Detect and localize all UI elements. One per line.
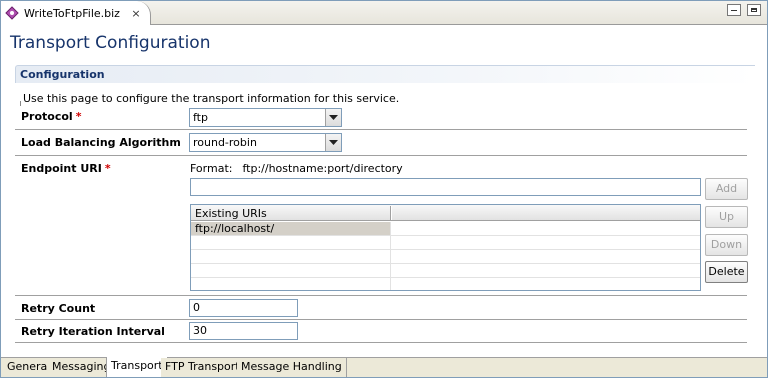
- delete-button[interactable]: Delete: [705, 261, 748, 283]
- editor-window: WriteToFtpFile.biz × Transport Configura…: [0, 0, 768, 378]
- tab-ftp-transport[interactable]: FTP Transport: [161, 358, 245, 377]
- uri-cell[interactable]: [191, 278, 391, 290]
- load-balancing-label: Load Balancing Algorithm: [21, 136, 181, 149]
- existing-uris-table: Existing URIs ftp://localhost/: [190, 204, 701, 291]
- protocol-label-text: Protocol: [21, 110, 73, 123]
- divider: [15, 129, 747, 130]
- existing-uris-column-header[interactable]: Existing URIs: [195, 207, 267, 220]
- divider: [15, 295, 747, 296]
- maximize-icon[interactable]: [747, 4, 761, 16]
- table-row[interactable]: [191, 278, 700, 290]
- add-button[interactable]: Add: [705, 178, 748, 200]
- retry-interval-label: Retry Iteration Interval: [21, 325, 165, 338]
- down-button[interactable]: Down: [705, 234, 748, 256]
- window-controls: [727, 4, 761, 16]
- table-row[interactable]: ftp://localhost/: [191, 222, 700, 236]
- protocol-label: Protocol *: [21, 110, 81, 123]
- uri-cell[interactable]: ftp://localhost/: [191, 222, 391, 235]
- section-header[interactable]: Configuration: [15, 65, 755, 83]
- section-title: Configuration: [20, 68, 105, 81]
- table-row[interactable]: [191, 236, 700, 250]
- divider: [15, 319, 747, 320]
- section-description: Use this page to configure the transport…: [23, 92, 400, 105]
- endpoint-uri-label: Endpoint URI *: [21, 162, 111, 175]
- editor-tab-title: WriteToFtpFile.biz: [24, 6, 120, 20]
- protocol-select-value: ftp: [193, 111, 208, 124]
- divider: [20, 101, 21, 106]
- editor-tab[interactable]: WriteToFtpFile.biz ×: [1, 1, 151, 25]
- column-divider[interactable]: [390, 206, 392, 220]
- bottom-tab-bar: General Messaging Transport FTP Transpor…: [1, 357, 767, 377]
- uri-format-hint: Format: ftp://hostname:port/directory: [190, 162, 403, 175]
- chevron-down-icon[interactable]: [325, 134, 341, 151]
- load-balancing-select[interactable]: round-robin: [189, 133, 342, 152]
- endpoint-uri-input[interactable]: [190, 178, 701, 196]
- close-icon[interactable]: ×: [130, 7, 142, 20]
- divider: [15, 155, 747, 156]
- protocol-select[interactable]: ftp: [189, 108, 342, 127]
- retry-count-label: Retry Count: [21, 302, 96, 315]
- uri-format-value: ftp://hostname:port/directory: [242, 162, 403, 175]
- chevron-down-icon[interactable]: [325, 109, 341, 126]
- table-row[interactable]: [191, 264, 700, 278]
- uri-cell[interactable]: [191, 250, 391, 263]
- minimize-icon[interactable]: [727, 4, 741, 16]
- uri-cell[interactable]: [191, 236, 391, 249]
- load-balancing-select-value: round-robin: [193, 136, 257, 149]
- page-title: Transport Configuration: [10, 33, 211, 53]
- retry-count-input[interactable]: 0: [189, 299, 298, 317]
- required-marker: *: [75, 110, 82, 123]
- table-header: Existing URIs: [191, 205, 700, 221]
- tab-message-handling[interactable]: Message Handling: [237, 358, 347, 377]
- business-service-icon: [5, 6, 19, 20]
- table-row[interactable]: [191, 250, 700, 264]
- divider: [15, 342, 747, 343]
- required-marker: *: [104, 162, 111, 175]
- uri-format-label: Format:: [190, 162, 233, 175]
- tab-transport[interactable]: Transport: [106, 357, 168, 377]
- retry-interval-input[interactable]: 30: [189, 322, 298, 340]
- up-button[interactable]: Up: [705, 206, 748, 228]
- uri-cell[interactable]: [191, 264, 391, 277]
- editor-tab-strip: WriteToFtpFile.biz ×: [1, 1, 767, 25]
- endpoint-uri-label-text: Endpoint URI: [21, 162, 102, 175]
